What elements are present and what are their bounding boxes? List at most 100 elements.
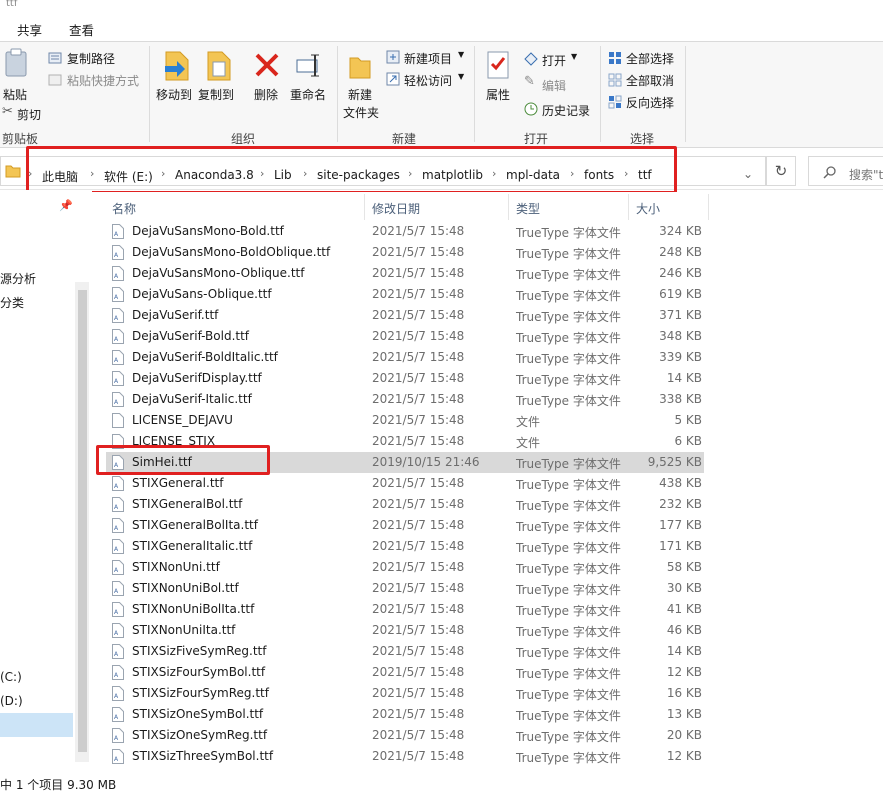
tab-share[interactable]: 共享 — [17, 20, 42, 39]
select-all-button[interactable]: 全部选择 — [626, 50, 674, 67]
file-size: 371 KB — [659, 308, 702, 322]
ribbon-separator — [337, 46, 338, 142]
column-divider[interactable] — [628, 194, 629, 220]
ribbon-separator — [600, 46, 601, 142]
file-row[interactable]: A STIXGeneral.ttf 2021/5/7 15:48 TrueType 字… — [106, 473, 704, 494]
paste-button[interactable]: 粘贴 — [3, 86, 27, 103]
move-to-icon — [165, 51, 189, 81]
file-row[interactable]: A STIXSizFiveSymReg.ttf 2021/5/7 15:48 True… — [106, 641, 704, 662]
refresh-button[interactable]: ↻ — [766, 156, 796, 186]
column-divider[interactable] — [364, 194, 365, 220]
file-name: STIXGeneral.ttf — [132, 476, 224, 490]
column-divider[interactable] — [508, 194, 509, 220]
pin-icon[interactable]: 📌 — [59, 199, 73, 212]
chevron-down-icon[interactable]: ⌄ — [743, 167, 753, 181]
nav-item[interactable]: 分类 — [0, 294, 24, 311]
invert-selection-button[interactable]: 反向选择 — [626, 94, 674, 111]
ribbon-separator — [474, 46, 475, 142]
file-type: TrueType 字体文件 — [516, 562, 621, 576]
file-date: 2021/5/7 15:48 — [372, 497, 465, 511]
new-group-label: 新建 — [392, 132, 417, 146]
file-row[interactable]: A STIXSizFourSymBol.ttf 2021/5/7 15:48 True… — [106, 662, 704, 683]
file-size: 12 KB — [666, 749, 702, 763]
select-group-label: 选择 — [630, 132, 655, 146]
new-item-button[interactable]: 新建项目 — [404, 50, 452, 67]
file-row[interactable]: A DejaVuSerif-Bold.ttf 2021/5/7 15:48 TrueT… — [106, 326, 704, 347]
file-row[interactable]: A DejaVuSerif-Italic.ttf 2021/5/7 15:48 Tru… — [106, 389, 704, 410]
edit-button[interactable]: 编辑 — [542, 77, 566, 94]
file-size: 248 KB — [659, 245, 702, 259]
file-name: DejaVuSansMono-Bold.ttf — [132, 224, 284, 238]
copy-path-button[interactable]: 复制路径 — [67, 50, 115, 67]
column-divider[interactable] — [708, 194, 709, 220]
file-name: DejaVuSerif-Italic.ttf — [132, 392, 252, 406]
file-row[interactable]: A DejaVuSansMono-BoldOblique.ttf 2021/5/7 … — [106, 242, 704, 263]
file-row[interactable]: A STIXNonUniBol.ttf 2021/5/7 15:48 TrueType… — [106, 578, 704, 599]
file-type: TrueType 字体文件 — [516, 541, 621, 555]
move-to-button[interactable]: 移动到 — [156, 86, 192, 103]
file-row[interactable]: A STIXSizOneSymReg.ttf 2021/5/7 15:48 TrueT… — [106, 725, 704, 746]
file-row[interactable]: A STIXNonUniBolIta.ttf 2021/5/7 15:48 TrueT… — [106, 599, 704, 620]
file-row[interactable]: A DejaVuSansMono-Oblique.ttf 2021/5/7 15:4… — [106, 263, 704, 284]
file-date: 2021/5/7 15:48 — [372, 287, 465, 301]
nav-item-drive-d[interactable]: (D:) — [0, 694, 23, 708]
delete-button[interactable]: 删除 — [254, 86, 278, 103]
file-row[interactable]: A STIXGeneralBolIta.ttf 2021/5/7 15:48 True… — [106, 515, 704, 536]
open-button[interactable]: 打开 — [542, 52, 566, 69]
rename-button[interactable]: 重命名 — [290, 86, 326, 103]
open-dropdown-icon[interactable]: ▼ — [571, 52, 577, 61]
properties-button[interactable]: 属性 — [486, 86, 510, 103]
refresh-icon: ↻ — [774, 162, 788, 180]
file-size: 9,525 KB — [647, 455, 702, 469]
file-size: 246 KB — [659, 266, 702, 280]
file-row[interactable]: A STIXGeneralItalic.ttf 2021/5/7 15:48 True… — [106, 536, 704, 557]
file-name: DejaVuSansMono-BoldOblique.ttf — [132, 245, 331, 259]
file-row[interactable]: A DejaVuSerifDisplay.ttf 2021/5/7 15:48 Tru… — [106, 368, 704, 389]
file-row[interactable]: A STIXNonUniIta.ttf 2021/5/7 15:48 TrueType… — [106, 620, 704, 641]
easy-access-button[interactable]: 轻松访问 — [404, 72, 452, 89]
file-size: 14 KB — [666, 371, 702, 385]
file-row[interactable]: A STIXNonUni.ttf 2021/5/7 15:48 TrueType 字体… — [106, 557, 704, 578]
column-header-date[interactable]: 修改日期 — [372, 200, 420, 217]
select-none-button[interactable]: 全部取消 — [626, 72, 674, 89]
history-button[interactable]: 历史记录 — [542, 102, 590, 119]
paste-icon[interactable] — [4, 48, 28, 78]
window-title: ttf — [0, 0, 883, 12]
easy-access-dropdown-icon[interactable]: ▼ — [458, 72, 464, 81]
file-name: STIXSizFourSymReg.ttf — [132, 686, 269, 700]
file-type: TrueType 字体文件 — [516, 667, 621, 681]
file-name: DejaVuSerif.ttf — [132, 308, 219, 322]
file-name: STIXGeneralBolIta.ttf — [132, 518, 258, 532]
file-type: TrueType 字体文件 — [516, 688, 621, 702]
copy-to-button[interactable]: 复制到 — [198, 86, 234, 103]
blank-file-icon — [112, 413, 124, 428]
cut-button[interactable]: 剪切 — [17, 106, 41, 123]
file-name: DejaVuSans-Oblique.ttf — [132, 287, 272, 301]
tab-view[interactable]: 查看 — [69, 20, 94, 39]
font-file-icon: A — [112, 497, 124, 512]
search-box[interactable]: 搜索"t — [808, 156, 883, 186]
font-file-icon: A — [112, 245, 124, 260]
file-row[interactable]: A STIXSizOneSymBol.ttf 2021/5/7 15:48 TrueT… — [106, 704, 704, 725]
address-highlight-box — [26, 146, 677, 194]
column-header-size[interactable]: 大小 — [636, 200, 660, 217]
paste-shortcut-button[interactable]: 粘贴快捷方式 — [67, 72, 139, 89]
file-name: LICENSE_DEJAVU — [132, 413, 233, 427]
new-item-dropdown-icon[interactable]: ▼ — [458, 50, 464, 59]
column-header-name[interactable]: 名称 — [112, 200, 136, 217]
new-folder-button[interactable]: 新建 — [348, 86, 372, 103]
file-row[interactable]: A DejaVuSerif-BoldItalic.ttf 2021/5/7 15:4… — [106, 347, 704, 368]
file-date: 2021/5/7 15:48 — [372, 350, 465, 364]
column-header-type[interactable]: 类型 — [516, 200, 540, 217]
file-row[interactable]: A STIXGeneralBol.ttf 2021/5/7 15:48 TrueTyp… — [106, 494, 704, 515]
nav-item[interactable]: 源分析 — [0, 270, 36, 287]
file-row[interactable]: A DejaVuSerif.ttf 2021/5/7 15:48 TrueType 字… — [106, 305, 704, 326]
file-row[interactable]: A STIXSizFourSymReg.ttf 2021/5/7 15:48 True… — [106, 683, 704, 704]
nav-scrollbar-thumb[interactable] — [78, 290, 87, 752]
file-row[interactable]: A DejaVuSansMono-Bold.ttf 2021/5/7 15:48 Tr… — [106, 221, 704, 242]
nav-item-drive-c[interactable]: (C:) — [0, 670, 22, 684]
file-row[interactable]: A DejaVuSans-Oblique.ttf 2021/5/7 15:48 Tru… — [106, 284, 704, 305]
file-row[interactable]: LICENSE_DEJAVU 2021/5/7 15:48 文件 5 KB — [106, 410, 704, 431]
file-list: 名称 修改日期 类型 大小 A DejaVuSansMono-Bold.ttf 20… — [92, 192, 883, 770]
file-row[interactable]: A STIXSizThreeSymBol.ttf 2021/5/7 15:48 Tru… — [106, 746, 704, 767]
